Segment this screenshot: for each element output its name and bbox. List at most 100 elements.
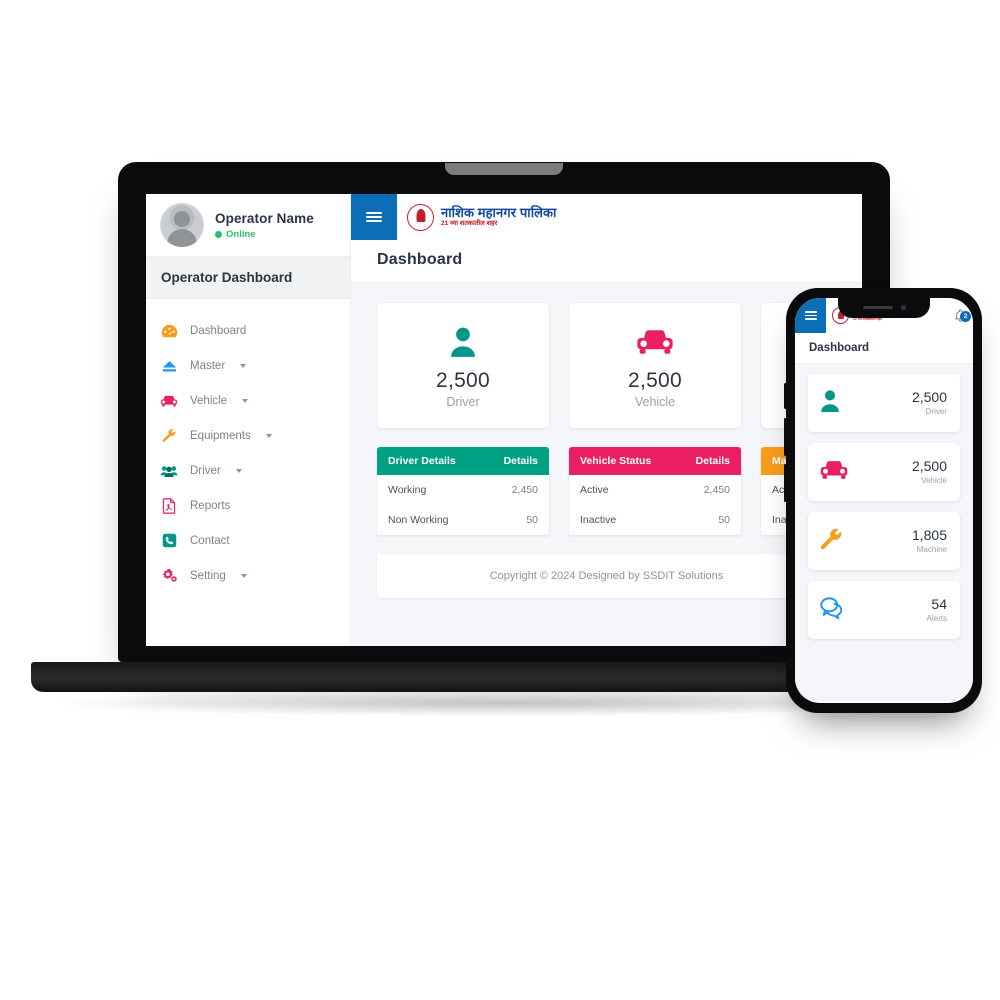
sidebar-item-label: Dashboard bbox=[190, 324, 247, 337]
online-dot-icon bbox=[215, 230, 222, 238]
phone-stat-card-driver[interactable]: 2,500 Driver bbox=[808, 374, 960, 432]
mini-table-vehicle-status: Vehicle Status Details Active 2,450 Inac… bbox=[569, 447, 741, 535]
stat-value: 2,500 bbox=[435, 369, 491, 392]
chevron-down-icon bbox=[240, 363, 247, 368]
sidebar-item-driver[interactable]: Driver bbox=[146, 453, 350, 488]
table-row: Inactive 50 bbox=[569, 505, 741, 535]
stat-value: 54 bbox=[931, 595, 947, 612]
laptop-mockup: Operator Name Online Operator Dashboard bbox=[31, 162, 977, 716]
sidebar-item-reports[interactable]: Reports bbox=[146, 488, 350, 523]
phone-screen: नाशिक महानगर पालिका 21 व्या शतकातील शहर … bbox=[795, 298, 973, 703]
phone-stat-card-alerts[interactable]: 54 Alerts bbox=[808, 581, 960, 639]
wrench-icon bbox=[819, 527, 843, 556]
hamburger-icon-bar bbox=[804, 311, 817, 313]
avatar bbox=[160, 203, 204, 247]
hamburger-icon-bar bbox=[804, 318, 817, 320]
stat-label: Driver bbox=[446, 395, 480, 409]
stat-value: 2,500 bbox=[627, 369, 683, 392]
sidebar-section-title: Operator Dashboard bbox=[146, 256, 350, 299]
sidebar-item-equipments[interactable]: Equipments bbox=[146, 418, 350, 453]
mini-table-driver-details: Driver Details Details Working 2,450 Non… bbox=[377, 447, 549, 535]
mini-table-header: Vehicle Status Details bbox=[569, 447, 741, 475]
details-link[interactable]: Details bbox=[696, 455, 730, 467]
brand-subtitle: 21 व्या शतकातील शहर bbox=[441, 220, 498, 228]
phone-volume-down-button[interactable] bbox=[784, 418, 787, 456]
sidebar-item-dashboard[interactable]: Dashboard bbox=[146, 313, 350, 348]
stat-label: Driver bbox=[925, 407, 947, 417]
sidebar-item-contact[interactable]: Contact bbox=[146, 523, 350, 558]
laptop-lid: Operator Name Online Operator Dashboard bbox=[118, 162, 890, 662]
stat-value: 2,500 bbox=[911, 388, 947, 405]
notification-button[interactable]: 2 bbox=[947, 309, 973, 323]
brand-title: नाशिक महानगर पालिका bbox=[441, 204, 557, 220]
brand-logo: नाशिक महानगर पालिका 21 व्या शतकातील शहर bbox=[397, 194, 556, 240]
chevron-down-icon bbox=[265, 433, 272, 438]
car-icon bbox=[635, 322, 675, 362]
row-label: Working bbox=[388, 484, 427, 496]
profile-block[interactable]: Operator Name Online bbox=[146, 194, 350, 256]
menu-toggle-button[interactable] bbox=[351, 194, 397, 240]
row-label: Active bbox=[580, 484, 609, 496]
chevron-down-icon bbox=[240, 573, 247, 578]
users-icon bbox=[160, 463, 178, 479]
car-icon bbox=[819, 458, 849, 487]
sidebar-item-vehicle[interactable]: Vehicle bbox=[146, 383, 350, 418]
row-value: 50 bbox=[526, 514, 538, 526]
sidebar-item-label: Reports bbox=[190, 499, 231, 512]
eject-icon bbox=[160, 358, 178, 374]
topbar: नाशिक महानगर पालिका 21 व्या शतकातील शहर bbox=[351, 194, 862, 240]
sidebar-item-label: Driver bbox=[190, 464, 221, 477]
stat-label: Vehicle bbox=[634, 395, 676, 409]
notification-badge: 2 bbox=[960, 310, 971, 322]
stat-card-vehicle[interactable]: 2,500 Vehicle bbox=[569, 303, 741, 428]
pdf-file-icon bbox=[160, 497, 178, 514]
gears-icon bbox=[160, 568, 178, 584]
row-label: Non Working bbox=[388, 514, 449, 526]
wrench-icon bbox=[160, 428, 178, 444]
hamburger-icon-bar bbox=[366, 211, 382, 214]
mini-table-title: Driver Details bbox=[388, 455, 456, 467]
phone-dashboard-body: 2,500 Driver 2,500 Vehicle 1,805 Machine… bbox=[795, 364, 973, 701]
person-icon bbox=[448, 322, 478, 362]
phone-stat-card-machine[interactable]: 1,805 Machine bbox=[808, 512, 960, 570]
mini-table-header: Driver Details Details bbox=[377, 447, 549, 475]
details-link[interactable]: Details bbox=[504, 455, 538, 467]
footer-copyright: Copyright © 2024 Designed by SSDIT Solut… bbox=[377, 554, 836, 598]
profile-name: Operator Name bbox=[215, 210, 314, 226]
chevron-down-icon bbox=[242, 398, 249, 403]
sidebar-item-label: Equipments bbox=[190, 429, 251, 442]
mini-table-title: Vehicle Status bbox=[580, 455, 652, 467]
hamburger-icon-bar bbox=[366, 216, 382, 218]
chevron-down-icon bbox=[235, 468, 242, 473]
row-value: 2,450 bbox=[703, 484, 730, 496]
hamburger-icon-bar bbox=[366, 220, 382, 223]
laptop-trackpad-notch bbox=[445, 163, 563, 175]
table-row: Non Working 50 bbox=[377, 505, 549, 535]
chat-icon bbox=[819, 596, 845, 625]
web-app: Operator Name Online Operator Dashboard bbox=[146, 194, 862, 646]
municipal-seal-icon bbox=[407, 203, 434, 231]
sidebar-item-setting[interactable]: Setting bbox=[146, 558, 350, 593]
sidebar-item-label: Master bbox=[190, 359, 226, 372]
sidebar-menu: Dashboard Master Vehicle Equipments Driv… bbox=[146, 299, 350, 593]
stat-card-driver[interactable]: 2,500 Driver bbox=[377, 303, 549, 428]
car-icon bbox=[160, 393, 178, 409]
phone-notch bbox=[838, 297, 930, 318]
phone-icon bbox=[160, 533, 178, 549]
sidebar-item-master[interactable]: Master bbox=[146, 348, 350, 383]
status-label: Online bbox=[226, 228, 256, 240]
status-badge: Online bbox=[215, 229, 314, 240]
sidebar-item-label: Contact bbox=[190, 534, 230, 547]
row-value: 50 bbox=[718, 514, 730, 526]
stat-label: Vehicle bbox=[921, 476, 947, 486]
phone-stat-card-vehicle[interactable]: 2,500 Vehicle bbox=[808, 443, 960, 501]
hamburger-icon-bar bbox=[804, 314, 817, 317]
sidebar-item-label: Vehicle bbox=[190, 394, 228, 407]
sidebar: Operator Name Online Operator Dashboard bbox=[146, 194, 351, 646]
phone-page-title: Dashboard bbox=[795, 333, 973, 364]
phone-speaker bbox=[862, 305, 893, 310]
phone-volume-up-button[interactable] bbox=[784, 383, 787, 409]
phone-side-button[interactable] bbox=[784, 464, 787, 502]
laptop-screen: Operator Name Online Operator Dashboard bbox=[146, 194, 862, 646]
phone-camera bbox=[900, 305, 906, 310]
